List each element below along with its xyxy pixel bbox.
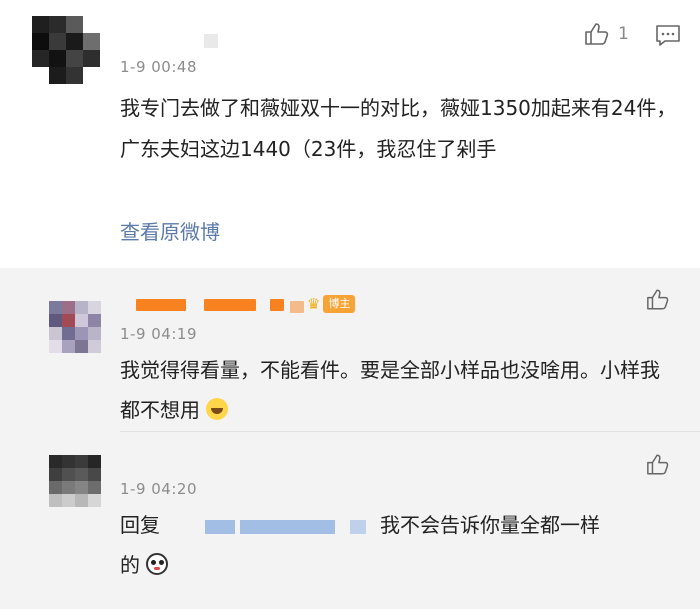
reply-list: ♛ 博主 1-9 04:19 我觉得得看量，不能看件。要是全部小样品也没啥用。小… [0,268,700,609]
comment-text: 我专门去做了和薇娅双十一的对比，薇娅1350加起来有24件，广东夫妇这边1440… [120,96,677,161]
username-obscured[interactable] [270,299,284,311]
reply-text-content: 我不会告诉你量全都一样 [380,513,600,537]
avatar-pixel [62,340,75,353]
avatar-pixel [88,494,101,507]
like-button[interactable] [646,453,670,476]
avatar-pixel [83,33,100,50]
avatar-pixel [62,327,75,340]
panda-emoji-icon [146,553,169,575]
reply-text: 我觉得得看量，不能看件。要是全部小样品也没啥用。小样我都不想用 [120,350,665,430]
avatar-pixel [32,16,49,33]
avatar-pixel [88,481,101,494]
comment-timestamp: 1-9 00:48 [120,58,197,76]
avatar-pixel [83,50,100,67]
avatar-pixel [49,16,66,33]
like-button[interactable]: 1 [584,22,629,46]
avatar-pixel [66,33,83,50]
avatar-pixel [32,33,49,50]
avatar-pixel [75,327,88,340]
avatar-pixel [75,340,88,353]
username-obscured[interactable] [204,34,218,48]
avatar-pixel [83,16,100,33]
avatar[interactable] [32,16,100,84]
username-obscured[interactable] [136,299,186,311]
avatar-pixel [88,301,101,314]
avatar-pixel [75,494,88,507]
avatar-pixel [88,340,101,353]
like-count: 1 [618,24,629,44]
avatar-pixel [49,301,62,314]
avatar-pixel [88,327,101,340]
avatar-pixel [49,468,62,481]
avatar-pixel [49,67,66,84]
laughing-emoji-icon [206,398,229,420]
avatar-pixel [75,481,88,494]
avatar-pixel [49,33,66,50]
reply-prefix: 回复 [120,513,160,537]
avatar-pixel [32,50,49,67]
reply-text-end: 的 [120,553,140,577]
thumbs-up-icon [647,289,669,310]
avatar-pixel [75,314,88,327]
main-comment: 1-9 00:48 1 我专门去做了和薇娅双十一的对比，薇娅1350加起来有24… [0,0,700,268]
reply-item: ♛ 博主 1-9 04:19 我觉得得看量，不能看件。要是全部小样品也没啥用。小… [0,268,700,431]
like-button[interactable] [646,288,670,311]
avatar-pixel [75,455,88,468]
username-obscured[interactable] [290,301,304,313]
reply-text-content: 我觉得得看量，不能看件。要是全部小样品也没啥用。小样我都不想用 [120,358,660,422]
avatar-pixel [88,314,101,327]
avatar-pixel [88,468,101,481]
avatar-pixel [62,301,75,314]
author-badge: ♛ 博主 [307,294,356,313]
avatar-pixel [62,494,75,507]
thumbs-up-icon [647,454,669,475]
avatar-pixel [66,16,83,33]
reply-timestamp: 1-9 04:20 [120,480,197,498]
avatar-pixel [49,455,62,468]
avatar-pixel [49,314,62,327]
avatar-pixel [75,301,88,314]
weibo-comment-thread: 1-9 00:48 1 我专门去做了和薇娅双十一的对比，薇娅1350加起来有24… [0,0,700,609]
avatar[interactable] [49,301,101,353]
reply-item: 1-9 04:20 回复 我不会告诉你量全都一样 的 [0,431,700,609]
avatar-pixel [66,50,83,67]
reply-text: 回复 我不会告诉你量全都一样 的 [120,505,665,585]
author-tag: 博主 [323,295,356,313]
avatar-pixel [49,50,66,67]
crown-icon: ♛ [307,294,321,313]
comment-icon [656,25,680,46]
reply-button[interactable] [655,24,681,52]
avatar-pixel [88,455,101,468]
avatar-pixel [62,468,75,481]
avatar-pixel [75,468,88,481]
mention-link[interactable] [160,531,380,532]
view-original-link[interactable]: 查看原微博 [120,216,220,245]
avatar-pixel [49,327,62,340]
thumbs-up-icon [585,23,609,45]
avatar-pixel [62,481,75,494]
avatar-pixel [66,67,83,84]
avatar-pixel [62,455,75,468]
avatar-pixel [62,314,75,327]
avatar-pixel [49,494,62,507]
avatar-pixel [49,481,62,494]
avatar[interactable] [49,455,101,507]
avatar-pixel [49,340,62,353]
username-obscured[interactable] [204,299,256,311]
avatar-pixel [83,67,100,84]
reply-timestamp: 1-9 04:19 [120,325,197,343]
avatar-pixel [32,67,49,84]
